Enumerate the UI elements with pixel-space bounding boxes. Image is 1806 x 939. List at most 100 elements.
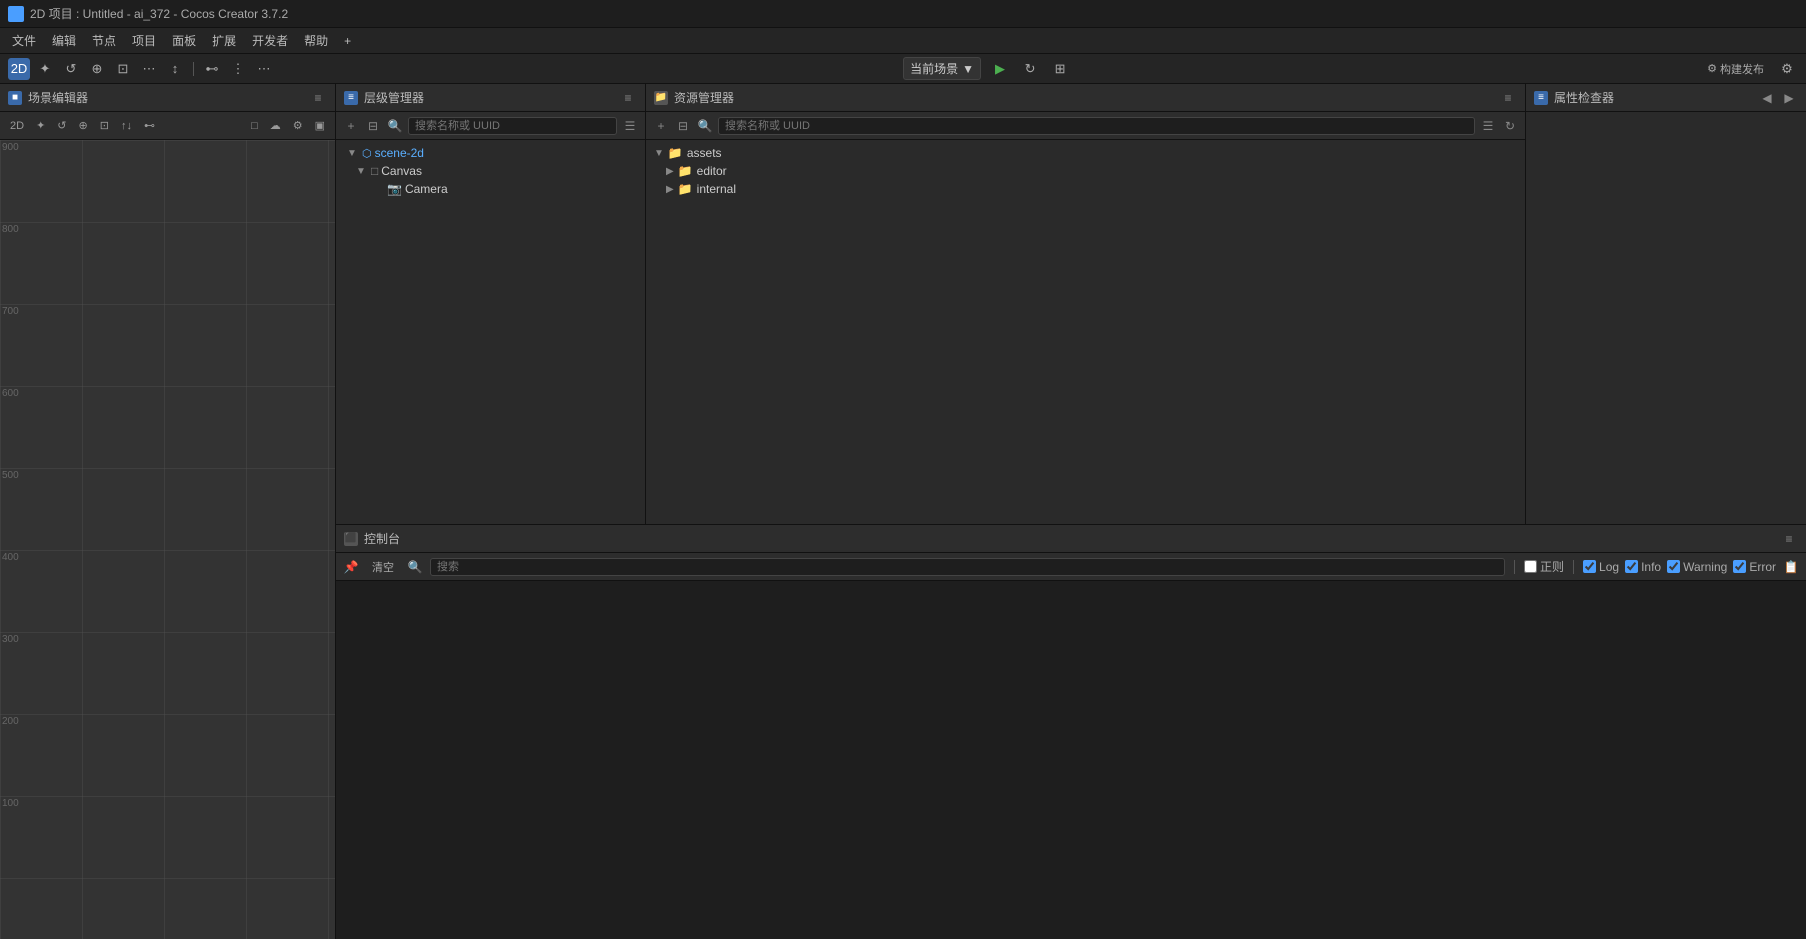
menu-help[interactable]: 帮助 bbox=[296, 30, 336, 51]
mode-2d-button[interactable]: 2D bbox=[8, 58, 30, 80]
scene-tool-5[interactable]: ↑↓ bbox=[117, 118, 136, 134]
play-button[interactable]: ▶ bbox=[989, 58, 1011, 80]
hierarchy-add-icon[interactable]: + bbox=[342, 117, 360, 135]
hierarchy-search-icon[interactable]: 🔍 bbox=[386, 117, 404, 135]
console-normal-label: 正则 bbox=[1540, 558, 1564, 575]
console-warning-checkbox[interactable] bbox=[1667, 560, 1680, 573]
assets-search-icon[interactable]: 🔍 bbox=[696, 117, 714, 135]
scene-tool-1[interactable]: ✦ bbox=[32, 117, 49, 134]
console-filter-error[interactable]: Error bbox=[1733, 560, 1776, 574]
scene-right-tool-4[interactable]: ▣ bbox=[311, 117, 329, 134]
layout-button[interactable]: ⊞ bbox=[1049, 58, 1071, 80]
console-log-checkbox[interactable] bbox=[1583, 560, 1596, 573]
settings-button[interactable]: ⚙ bbox=[1776, 58, 1798, 80]
console-panel: ⬛ 控制台 ≡ 📌 清空 🔍 正则 bbox=[336, 524, 1806, 939]
tree-label-scene2d: scene-2d bbox=[375, 146, 424, 160]
tool-anchor[interactable]: ↕ bbox=[164, 58, 186, 80]
tool-gizmo2[interactable]: ⋮ bbox=[227, 58, 249, 80]
hierarchy-menu-icon[interactable]: ≡ bbox=[619, 89, 637, 107]
console-error-checkbox[interactable] bbox=[1733, 560, 1746, 573]
scene-grid: 900 800 700 600 500 400 300 200 100 bbox=[0, 140, 335, 939]
inspector-prev-icon[interactable]: ◀ bbox=[1758, 89, 1776, 107]
scene-tool-3[interactable]: ⊕ bbox=[75, 117, 92, 134]
menu-file[interactable]: 文件 bbox=[4, 30, 44, 51]
console-clear-button[interactable]: 清空 bbox=[366, 558, 400, 576]
tool-move[interactable]: ✦ bbox=[34, 58, 56, 80]
console-menu-icon[interactable]: ≡ bbox=[1780, 530, 1798, 548]
scene-editor-header-right: ≡ bbox=[309, 89, 327, 107]
scene-editor-menu-icon[interactable]: ≡ bbox=[309, 89, 327, 107]
assets-folder-icon-editor: 📁 bbox=[678, 164, 693, 178]
scene-selector[interactable]: 当前场景 ▼ bbox=[903, 57, 981, 80]
menu-extend[interactable]: 扩展 bbox=[204, 30, 244, 51]
scene-editor-header: ■ 场景编辑器 ≡ bbox=[0, 84, 335, 112]
scene-tool-6[interactable]: ⊷ bbox=[140, 117, 159, 134]
scene-tool-4[interactable]: ⊡ bbox=[96, 117, 113, 134]
assets-item-assets[interactable]: ▼ 📁 assets bbox=[646, 144, 1525, 162]
assets-folder-icon-internal: 📁 bbox=[678, 182, 693, 196]
scene-mode-2d[interactable]: 2D bbox=[6, 118, 28, 134]
tree-item-scene2d[interactable]: ▼ ⬡ scene-2d bbox=[336, 144, 645, 162]
console-normal-checkbox[interactable] bbox=[1524, 560, 1537, 573]
hierarchy-list-icon[interactable]: ☰ bbox=[621, 117, 639, 135]
console-info-checkbox[interactable] bbox=[1625, 560, 1638, 573]
tool-scale[interactable]: ⊕ bbox=[86, 58, 108, 80]
toolbar-center: 当前场景 ▼ ▶ ↻ ⊞ bbox=[279, 57, 1695, 80]
scene-label: 当前场景 bbox=[910, 60, 958, 77]
console-export-icon[interactable]: 📋 bbox=[1782, 558, 1800, 576]
console-filter-normal[interactable]: 正则 bbox=[1524, 558, 1564, 575]
tree-item-camera[interactable]: 📷 Camera bbox=[336, 180, 645, 198]
tool-rect[interactable]: ⊡ bbox=[112, 58, 134, 80]
grid-label-900: 900 bbox=[2, 142, 19, 153]
scene-dropdown-arrow: ▼ bbox=[962, 62, 974, 76]
menu-add[interactable]: + bbox=[336, 32, 359, 50]
canvas-icon: □ bbox=[371, 164, 378, 178]
menu-developer[interactable]: 开发者 bbox=[244, 30, 296, 51]
scene-canvas[interactable]: 900 800 700 600 500 400 300 200 100 bbox=[0, 140, 335, 939]
assets-search-input[interactable] bbox=[718, 117, 1475, 135]
assets-item-internal[interactable]: ▶ 📁 internal bbox=[646, 180, 1525, 198]
right-panels: ≡ 层级管理器 ≡ + ⊟ 🔍 ☰ ▼ bbox=[336, 84, 1806, 939]
scene-right-tool-3[interactable]: ⚙ bbox=[289, 117, 307, 134]
assets-refresh-icon[interactable]: ↻ bbox=[1501, 117, 1519, 135]
console-log-label: Log bbox=[1599, 560, 1619, 574]
menu-node[interactable]: 节点 bbox=[84, 30, 124, 51]
tool-gizmo1[interactable]: ⊷ bbox=[201, 58, 223, 80]
inspector-next-icon[interactable]: ▶ bbox=[1780, 89, 1798, 107]
tool-gizmo3[interactable]: ⋯ bbox=[253, 58, 275, 80]
console-toolbar: 📌 清空 🔍 正则 Log Info bbox=[336, 553, 1806, 581]
camera-icon: 📷 bbox=[387, 182, 402, 196]
menu-edit[interactable]: 编辑 bbox=[44, 30, 84, 51]
scene-tool-2[interactable]: ↺ bbox=[53, 117, 70, 134]
assets-item-editor[interactable]: ▶ 📁 editor bbox=[646, 162, 1525, 180]
grid-label-400: 400 bbox=[2, 552, 19, 563]
console-filter-info[interactable]: Info bbox=[1625, 560, 1661, 574]
tool-transform[interactable]: ⋯ bbox=[138, 58, 160, 80]
assets-expand-assets: ▼ bbox=[654, 148, 664, 159]
console-pin-icon[interactable]: 📌 bbox=[342, 558, 360, 576]
scene-right-tool-1[interactable]: □ bbox=[247, 118, 262, 134]
menu-panel[interactable]: 面板 bbox=[164, 30, 204, 51]
assets-add-icon[interactable]: + bbox=[652, 117, 670, 135]
inspector-panel: ≡ 属性检查器 ◀ ▶ bbox=[1526, 84, 1806, 524]
tree-item-canvas[interactable]: ▼ □ Canvas bbox=[336, 162, 645, 180]
assets-folder-icon-assets: 📁 bbox=[668, 146, 683, 160]
console-filter-warning[interactable]: Warning bbox=[1667, 560, 1727, 574]
build-label: 构建发布 bbox=[1720, 61, 1764, 77]
assets-content: ▼ 📁 assets ▶ 📁 editor ▶ 📁 internal bbox=[646, 140, 1525, 524]
scene-right-tool-2[interactable]: ☁ bbox=[266, 117, 285, 134]
build-publish-button[interactable]: ⚙ 构建发布 bbox=[1699, 58, 1772, 80]
assets-menu-icon[interactable]: ≡ bbox=[1499, 89, 1517, 107]
tool-rotate[interactable]: ↺ bbox=[60, 58, 82, 80]
assets-list-icon[interactable]: ☰ bbox=[1479, 117, 1497, 135]
assets-sort-icon[interactable]: ⊟ bbox=[674, 117, 692, 135]
hierarchy-content: ▼ ⬡ scene-2d ▼ □ Canvas 📷 Camera bbox=[336, 140, 645, 524]
refresh-button[interactable]: ↻ bbox=[1019, 58, 1041, 80]
console-filter-log[interactable]: Log bbox=[1583, 560, 1619, 574]
tree-arrow-scene2d: ▼ bbox=[347, 148, 359, 159]
console-sep-1 bbox=[1514, 560, 1515, 574]
hierarchy-sort-icon[interactable]: ⊟ bbox=[364, 117, 382, 135]
console-search-input[interactable] bbox=[430, 558, 1505, 576]
menu-project[interactable]: 项目 bbox=[124, 30, 164, 51]
hierarchy-search-input[interactable] bbox=[408, 117, 617, 135]
